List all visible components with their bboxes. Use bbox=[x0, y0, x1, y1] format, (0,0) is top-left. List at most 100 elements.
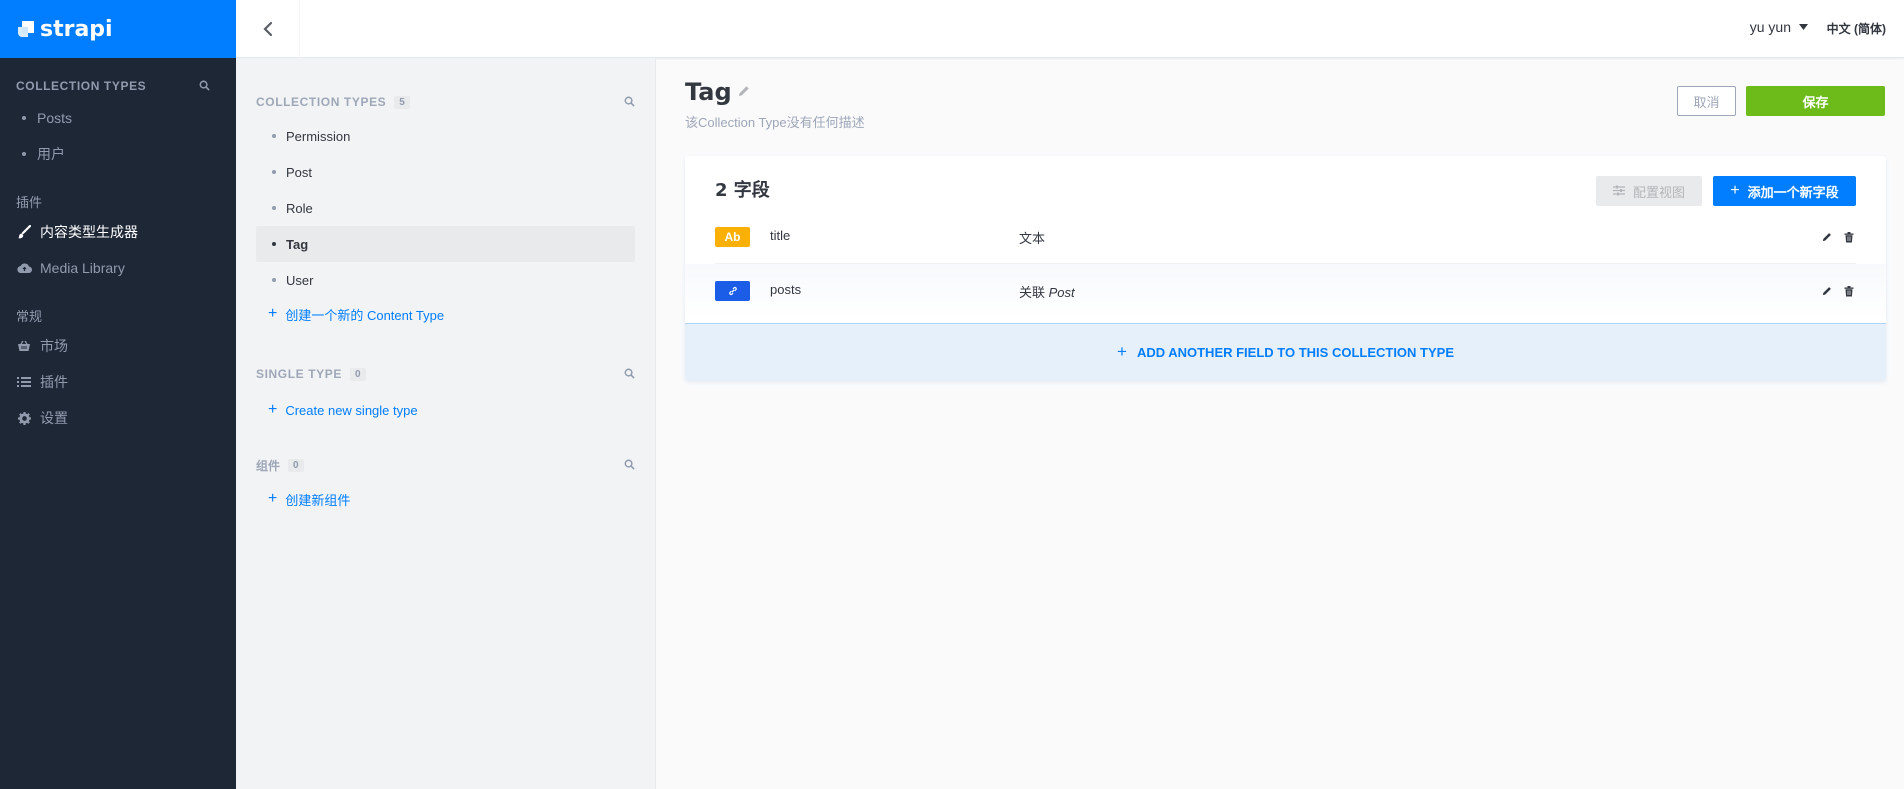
plus-icon: + bbox=[1730, 182, 1740, 199]
cloud-upload-icon bbox=[16, 260, 32, 276]
search-icon[interactable] bbox=[199, 79, 210, 94]
single-type-heading: SINGLE TYPE bbox=[256, 367, 342, 381]
collection-types-heading: COLLECTION TYPES bbox=[16, 79, 147, 93]
relation-target: Post bbox=[1048, 285, 1075, 300]
sliders-icon bbox=[1612, 184, 1625, 199]
content-type-list-panel: COLLECTION TYPES 5 Permission Post Role bbox=[236, 58, 656, 789]
field-name: title bbox=[770, 228, 791, 243]
create-content-type-link[interactable]: + 创建一个新的 Content Type bbox=[256, 298, 635, 330]
count-badge: 0 bbox=[288, 458, 304, 472]
sidebar-item-label: 设置 bbox=[40, 410, 68, 426]
cancel-button[interactable]: 取消 bbox=[1677, 86, 1736, 116]
plus-icon: + bbox=[1117, 342, 1127, 361]
sidebar-item-content-type-builder[interactable]: 内容类型生成器 bbox=[16, 214, 236, 250]
chevron-left-icon bbox=[262, 21, 272, 37]
sidebar-item-media-library[interactable]: Media Library bbox=[16, 250, 236, 286]
back-button[interactable] bbox=[236, 0, 300, 58]
trash-icon[interactable] bbox=[1842, 230, 1856, 244]
shopping-basket-icon bbox=[16, 338, 32, 354]
search-icon[interactable] bbox=[624, 367, 635, 382]
content-type-item-role[interactable]: Role bbox=[256, 190, 635, 226]
sidebar-item-plugins[interactable]: 插件 bbox=[16, 364, 236, 400]
content-type-editor: Tag 该Collection Type没有任何描述 取消 保存 2 字段 配置… bbox=[656, 58, 1904, 789]
bullet-icon bbox=[272, 278, 276, 282]
content-type-item-permission[interactable]: Permission bbox=[256, 118, 635, 154]
plus-icon: + bbox=[268, 490, 278, 507]
field-type: 关联 Post bbox=[1019, 282, 1075, 301]
edit-pencil-icon[interactable] bbox=[1820, 284, 1834, 298]
brand-name: strapi bbox=[40, 16, 113, 42]
page-title: Tag bbox=[685, 78, 732, 106]
field-row-posts[interactable]: posts 关联 Post bbox=[685, 264, 1886, 318]
caret-down-icon bbox=[1799, 24, 1808, 30]
content-type-item-post[interactable]: Post bbox=[256, 154, 635, 190]
save-button[interactable]: 保存 bbox=[1746, 86, 1885, 116]
strapi-logo: strapi bbox=[16, 17, 113, 42]
list-icon bbox=[16, 374, 32, 390]
plugins-heading: 插件 bbox=[16, 195, 43, 210]
bullet-icon bbox=[22, 152, 26, 156]
bullet-icon bbox=[22, 116, 26, 120]
sidebar-item-users[interactable]: 用户 bbox=[16, 136, 236, 172]
pencil-icon[interactable] bbox=[738, 85, 750, 100]
fields-count-title: 2 字段 bbox=[715, 180, 770, 201]
text-field-badge: Ab bbox=[715, 227, 750, 247]
language-switcher[interactable]: 中文 (简体) bbox=[1827, 20, 1886, 37]
top-header: yu yun 中文 (简体) bbox=[236, 0, 1904, 58]
add-another-field-button[interactable]: + ADD ANOTHER FIELD TO THIS COLLECTION T… bbox=[685, 323, 1886, 380]
plus-icon: + bbox=[268, 305, 278, 322]
sidebar-item-marketplace[interactable]: 市场 bbox=[16, 328, 236, 364]
user-menu[interactable]: yu yun bbox=[1750, 19, 1808, 35]
plus-icon: + bbox=[268, 401, 278, 418]
bullet-icon bbox=[272, 170, 276, 174]
general-heading: 常规 bbox=[16, 309, 43, 324]
content-type-label: Permission bbox=[286, 128, 351, 144]
collection-types-heading: COLLECTION TYPES bbox=[256, 95, 387, 109]
configure-view-label: 配置视图 bbox=[1632, 184, 1685, 200]
bullet-icon bbox=[272, 242, 276, 246]
sidebar-item-label: 市场 bbox=[40, 338, 68, 354]
field-name: posts bbox=[770, 282, 802, 297]
sidebar-item-settings[interactable]: 设置 bbox=[16, 400, 236, 436]
content-type-label: Role bbox=[286, 200, 313, 216]
add-another-field-label: ADD ANOTHER FIELD TO THIS COLLECTION TYP… bbox=[1136, 344, 1454, 360]
relation-field-badge bbox=[715, 281, 750, 301]
user-name: yu yun bbox=[1749, 19, 1791, 35]
content-type-label: Post bbox=[286, 164, 313, 180]
components-heading: 组件 bbox=[256, 458, 281, 473]
edit-pencil-icon[interactable] bbox=[1820, 230, 1834, 244]
content-type-item-user[interactable]: User bbox=[256, 262, 635, 298]
sidebar-item-posts[interactable]: Posts bbox=[16, 100, 236, 136]
paintbrush-icon bbox=[16, 224, 32, 240]
brand-header[interactable]: strapi bbox=[0, 0, 236, 58]
add-field-button[interactable]: + 添加一个新字段 bbox=[1713, 176, 1856, 206]
gear-icon bbox=[16, 410, 32, 426]
count-badge: 0 bbox=[349, 367, 366, 381]
strapi-mark-icon bbox=[16, 19, 36, 39]
create-component-label: 创建新组件 bbox=[285, 492, 351, 508]
sidebar-item-label: 用户 bbox=[37, 146, 65, 162]
sidebar-item-label: Posts bbox=[37, 110, 73, 126]
content-type-item-tag[interactable]: Tag bbox=[256, 226, 635, 262]
field-row-title[interactable]: Ab title 文本 bbox=[685, 210, 1886, 264]
content-type-label: User bbox=[286, 272, 314, 288]
sidebar-item-label: 内容类型生成器 bbox=[40, 224, 138, 240]
sidebar-item-label: Media Library bbox=[40, 260, 125, 276]
field-type: 文本 bbox=[1019, 231, 1046, 246]
configure-view-button[interactable]: 配置视图 bbox=[1596, 176, 1702, 206]
fields-card: 2 字段 配置视图 + 添加一个新字段 Ab title 文本 posts 关联… bbox=[685, 156, 1886, 380]
create-single-type-link[interactable]: + Create new single type bbox=[256, 394, 635, 426]
count-badge: 5 bbox=[394, 95, 410, 109]
trash-icon[interactable] bbox=[1842, 284, 1856, 298]
relation-label: 关联 bbox=[1019, 285, 1046, 300]
create-content-type-label: 创建一个新的 Content Type bbox=[285, 307, 445, 323]
create-component-link[interactable]: + 创建新组件 bbox=[256, 483, 635, 515]
content-type-label: Tag bbox=[286, 236, 309, 252]
create-single-type-label: Create new single type bbox=[285, 402, 418, 418]
search-icon[interactable] bbox=[624, 95, 635, 110]
search-icon[interactable] bbox=[624, 458, 635, 473]
add-field-label: 添加一个新字段 bbox=[1747, 184, 1839, 200]
sidebar-item-label: 插件 bbox=[40, 374, 68, 390]
bullet-icon bbox=[272, 134, 276, 138]
bullet-icon bbox=[272, 206, 276, 210]
